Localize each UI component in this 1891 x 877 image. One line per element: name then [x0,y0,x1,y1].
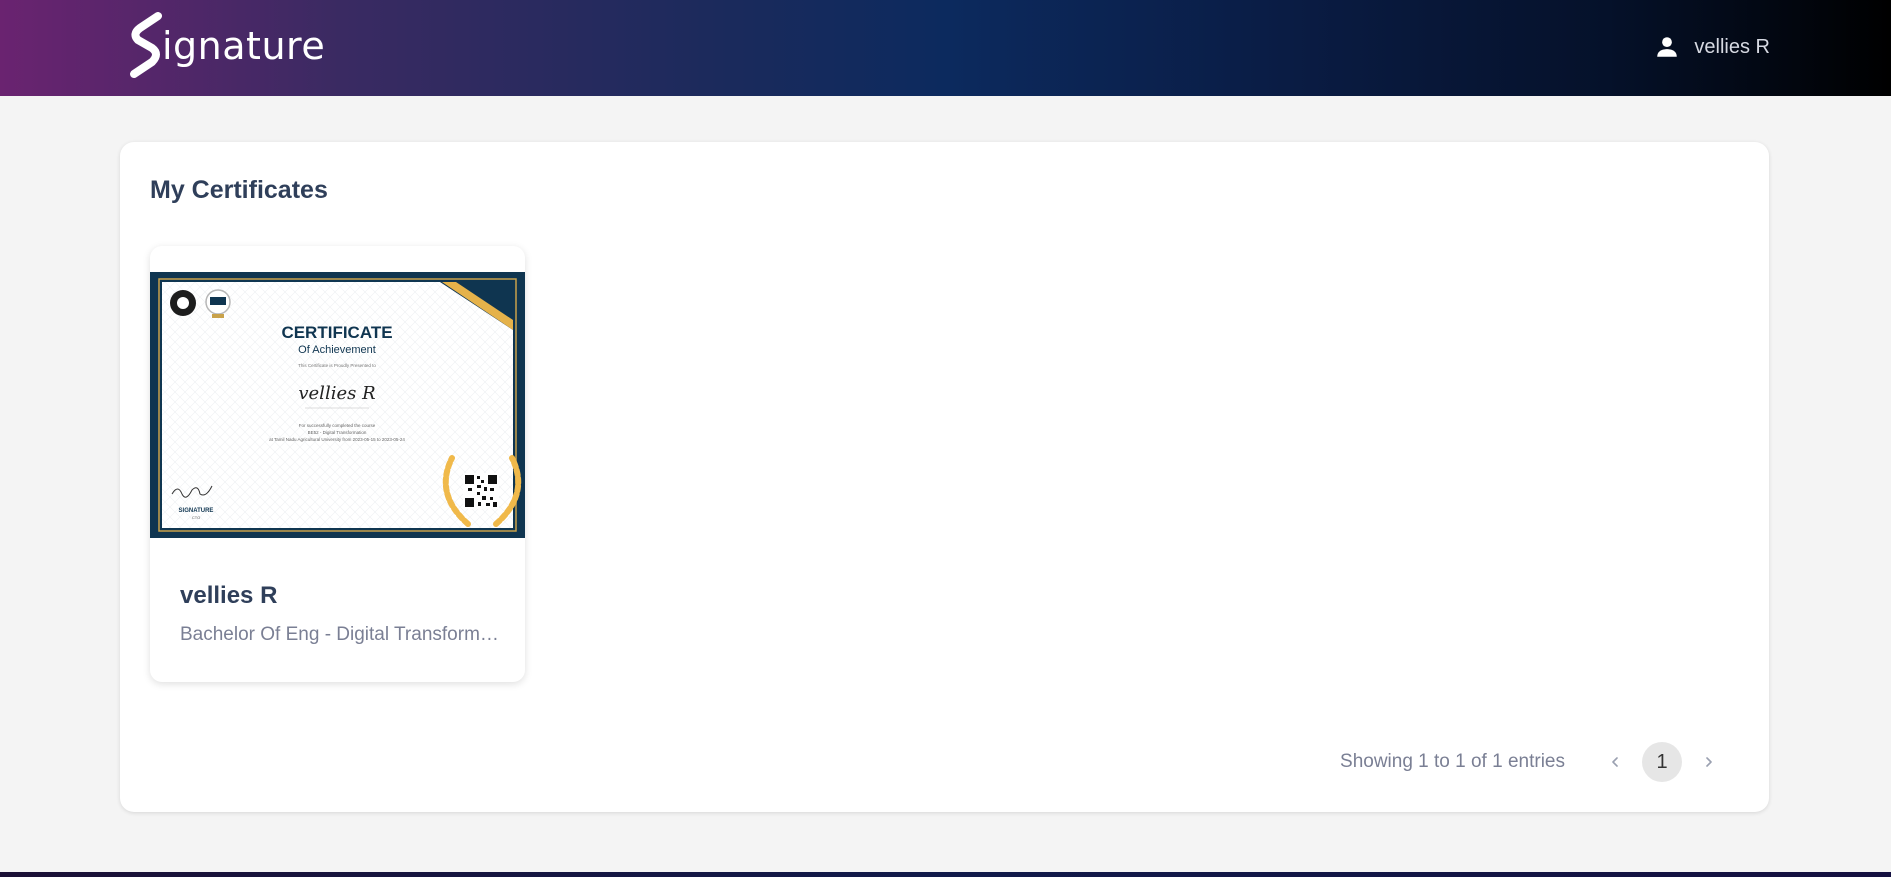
certificate-thumbnail[interactable]: CERTIFICATE Of Achievement This Certific… [150,272,525,538]
cert-heading: CERTIFICATE [281,323,392,342]
previous-page-button[interactable] [1595,742,1635,782]
cert-subheading: Of Achievement [298,344,376,356]
certificates-panel: My Certificates CERTIFICATE Of Achieveme… [120,142,1769,812]
brand-logo[interactable]: ignature [128,10,325,80]
top-header: ignature vellies R [0,0,1891,96]
user-menu[interactable]: vellies R [1654,28,1770,66]
page-1-button[interactable]: 1 [1642,742,1682,782]
page-title: My Certificates [150,176,328,204]
pagination: Showing 1 to 1 of 1 entries 1 [1340,742,1729,782]
footer-bar [0,872,1891,877]
cert-body-line-1: For successfully completed the course [299,423,376,428]
user-name: vellies R [1694,35,1770,58]
next-page-button[interactable] [1689,742,1729,782]
certificate-holder-name: vellies R [180,582,278,609]
cert-org-label: SIGNATURE [179,508,214,514]
cert-body-line-2: BE52 - Digital Transformation [308,430,367,435]
chevron-left-icon [1612,757,1618,767]
pagination-info: Showing 1 to 1 of 1 entries [1340,751,1565,772]
certificate-card[interactable]: CERTIFICATE Of Achievement This Certific… [150,246,525,682]
user-icon [1657,37,1678,57]
cert-body-line-3: at Tamil Nadu Agricultural University fr… [269,437,405,442]
cert-org-sub: CTO [192,515,200,520]
logo-text: ignature [162,24,326,68]
cert-recipient: vellies R [298,383,375,404]
signature-logo-icon [130,12,162,78]
certificate-course-name: Bachelor Of Eng - Digital Transformation [180,624,500,645]
cert-presented-line: This Certificate is Proudly Presented to [298,363,376,368]
chevron-right-icon [1706,757,1712,767]
